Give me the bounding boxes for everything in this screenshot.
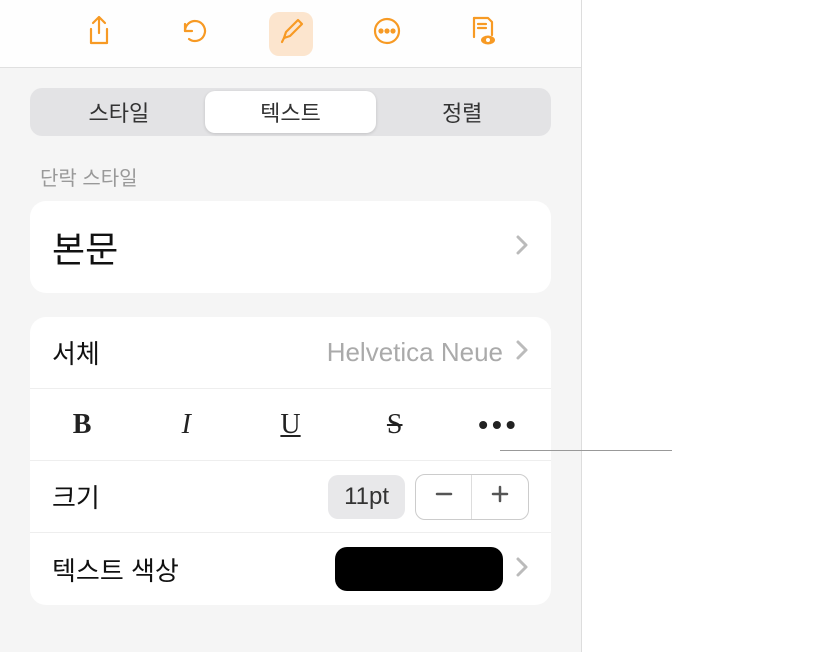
paintbrush-icon — [276, 16, 306, 51]
format-button[interactable] — [269, 12, 313, 56]
font-value: Helvetica Neue — [327, 337, 503, 368]
font-label: 서체 — [52, 334, 100, 371]
tab-alignment[interactable]: 정렬 — [376, 91, 548, 133]
paragraph-style-row[interactable]: 본문 — [30, 201, 551, 293]
underline-button[interactable]: U — [238, 389, 342, 460]
text-style-row: B I U S ••• — [30, 389, 551, 461]
size-decrease-button[interactable] — [416, 475, 472, 519]
size-label: 크기 — [52, 478, 100, 515]
size-stepper — [415, 474, 529, 520]
paragraph-style-label: 단락 스타일 — [0, 148, 581, 201]
chevron-right-icon — [515, 234, 529, 261]
text-color-swatch[interactable] — [335, 547, 503, 591]
paragraph-style-card: 본문 — [30, 201, 551, 293]
chevron-right-icon — [515, 556, 529, 583]
strikethrough-button[interactable]: S — [343, 389, 447, 460]
text-format-card: 서체 Helvetica Neue B I U S ••• 크기 11pt — [30, 317, 551, 605]
size-increase-button[interactable] — [472, 475, 528, 519]
callout-line — [500, 450, 672, 451]
format-tabs: 스타일 텍스트 정렬 — [30, 88, 551, 136]
share-icon — [85, 15, 113, 52]
more-button[interactable] — [365, 12, 409, 56]
plus-icon — [489, 483, 511, 510]
font-row[interactable]: 서체 Helvetica Neue — [30, 317, 551, 389]
more-text-options-button[interactable]: ••• — [447, 409, 551, 441]
document-eye-icon — [468, 15, 498, 52]
text-color-label: 텍스트 색상 — [52, 551, 179, 588]
format-panel: 스타일 텍스트 정렬 단락 스타일 본문 서체 Helvetica Neue B… — [0, 0, 582, 652]
chevron-right-icon — [515, 339, 529, 366]
paragraph-style-name: 본문 — [52, 221, 118, 273]
size-value[interactable]: 11pt — [328, 475, 405, 519]
text-color-row[interactable]: 텍스트 색상 — [30, 533, 551, 605]
tab-style[interactable]: 스타일 — [33, 91, 205, 133]
minus-icon — [433, 483, 455, 510]
share-button[interactable] — [77, 12, 121, 56]
undo-icon — [180, 16, 210, 51]
document-view-button[interactable] — [461, 12, 505, 56]
italic-button[interactable]: I — [134, 389, 238, 460]
undo-button[interactable] — [173, 12, 217, 56]
size-row: 크기 11pt — [30, 461, 551, 533]
top-toolbar — [0, 0, 581, 68]
tab-text[interactable]: 텍스트 — [205, 91, 377, 133]
more-circle-icon — [372, 16, 402, 51]
bold-button[interactable]: B — [30, 389, 134, 460]
